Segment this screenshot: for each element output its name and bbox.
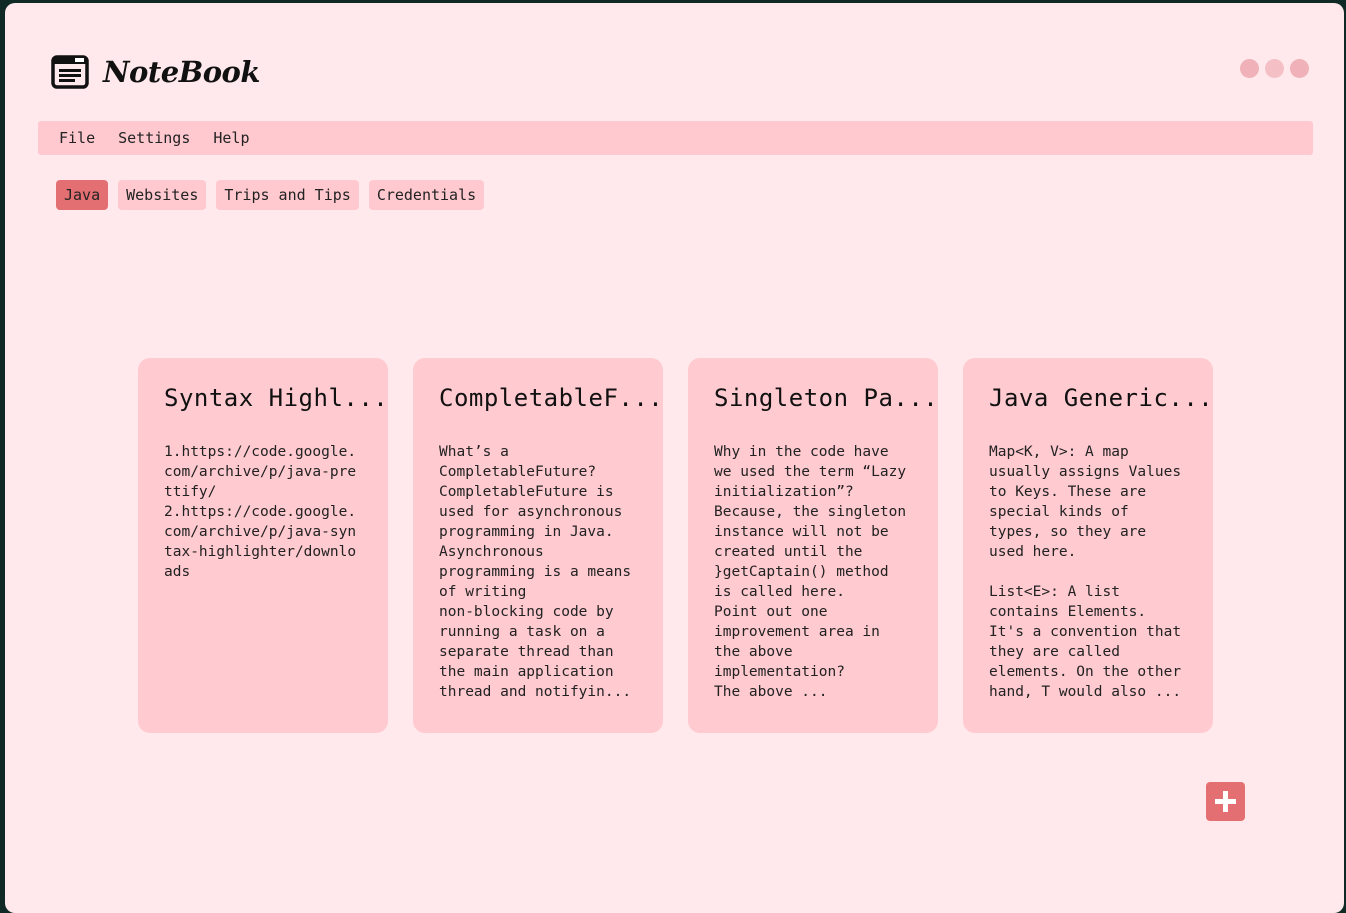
menu-file[interactable]: File [59,129,95,147]
tab-websites[interactable]: Websites [118,180,207,210]
close-button[interactable] [1290,59,1309,78]
note-card[interactable]: Syntax Highl... 1.https://code.google.co… [138,358,388,733]
note-preview: 1.https://code.google.com/archive/p/java… [164,444,357,580]
note-card[interactable]: Java Generic... Map<K, V>: A map usually… [963,358,1213,733]
note-title: Singleton Pa... [714,384,938,412]
note-preview: What’s a CompletableFuture? CompletableF… [439,444,632,700]
note-card[interactable]: Singleton Pa... Why in the code have we … [688,358,938,733]
note-title: Java Generic... [989,384,1213,412]
app-title: NoteBook [103,55,261,89]
note-card[interactable]: CompletableF... What’s a CompletableFutu… [413,358,663,733]
notebook-logo-icon [51,55,89,89]
notes-list: Syntax Highl... 1.https://code.google.co… [138,358,1213,733]
note-title: CompletableF... [439,384,663,412]
note-preview: Why in the code have we used the term “L… [714,444,907,700]
minimize-button[interactable] [1240,59,1259,78]
menu-help[interactable]: Help [213,129,249,147]
note-title: Syntax Highl... [164,384,388,412]
tab-java[interactable]: Java [56,180,109,210]
window-controls [1240,59,1309,78]
app-window: NoteBook File Settings Help Java Website… [5,3,1344,913]
plus-icon [1215,791,1236,812]
menu-settings[interactable]: Settings [118,129,190,147]
add-note-button[interactable] [1206,782,1245,821]
note-preview: Map<K, V>: A map usually assigns Values … [989,444,1182,700]
app-header: NoteBook [51,51,261,93]
tab-credentials[interactable]: Credentials [368,180,485,210]
category-tabs: Java Websites Trips and Tips Credentials [56,180,485,210]
tab-trips-and-tips[interactable]: Trips and Tips [216,180,359,210]
maximize-button[interactable] [1265,59,1284,78]
menu-bar: File Settings Help [38,121,1313,155]
